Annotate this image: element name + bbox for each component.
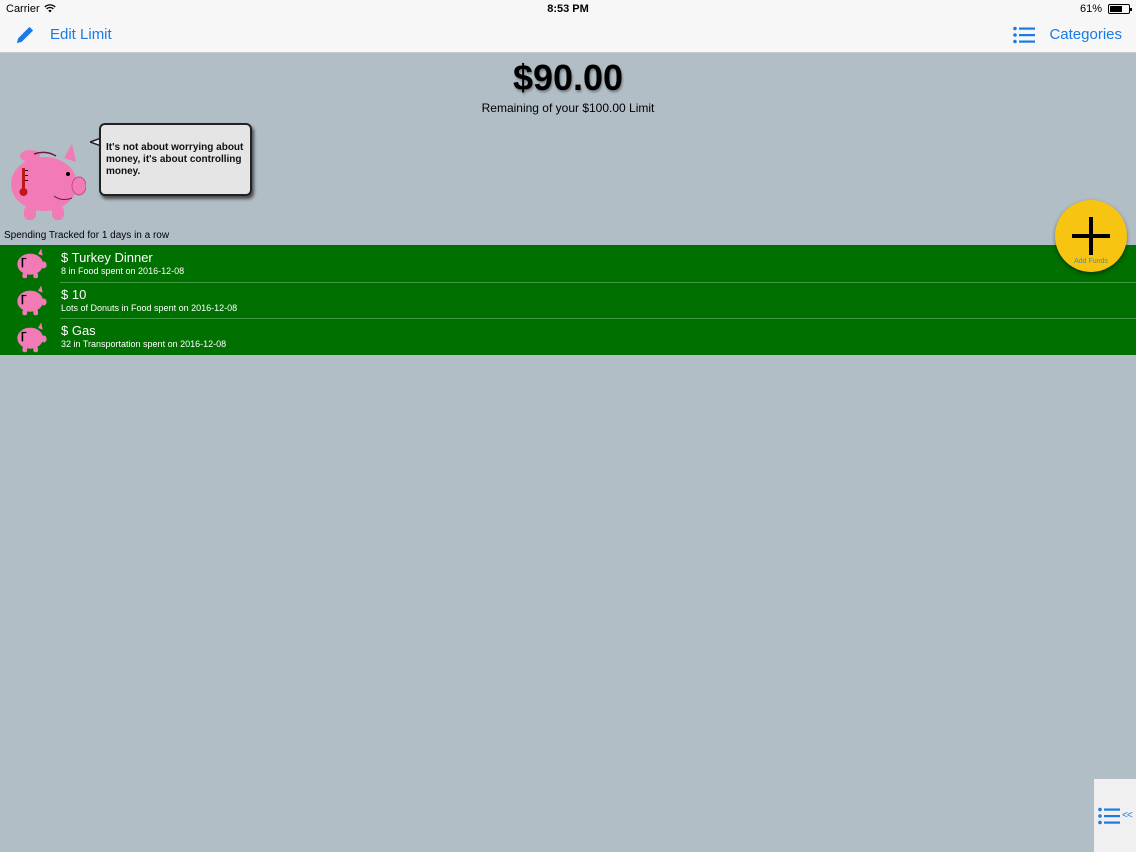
add-funds-label: Add Funds [1074, 258, 1108, 265]
transaction-subtitle: 8 in Food spent on 2016-12-08 [61, 265, 185, 276]
pencil-icon [17, 26, 34, 43]
mascot-quote: It's not about worrying about money, it'… [106, 142, 244, 177]
carrier-label: Carrier [6, 2, 40, 15]
list-icon [1098, 807, 1120, 824]
transaction-list: $ Turkey Dinner 8 in Food spent on 2016-… [0, 245, 1136, 356]
piggy-bank-icon [17, 248, 47, 279]
transaction-row[interactable]: $ 10 Lots of Donuts in Food spent on 201… [0, 281, 1136, 319]
transaction-row[interactable]: $ Gas 32 in Transportation spent on 2016… [0, 318, 1136, 355]
list-icon [1013, 26, 1036, 43]
categories-button[interactable]: Categories [1013, 26, 1122, 44]
status-right: 61% [1079, 2, 1132, 15]
transaction-text: $ Turkey Dinner 8 in Food spent on 2016-… [61, 250, 184, 277]
remaining-amount: $90.00 [512, 57, 624, 98]
transaction-text: $ Gas 32 in Transportation spent on 2016… [61, 323, 226, 350]
transaction-title: $ Turkey Dinner [61, 249, 153, 265]
piggy-bank-icon [17, 322, 47, 352]
wifi-icon [43, 4, 56, 13]
status-left: Carrier [6, 3, 56, 15]
transaction-subtitle: 32 in Transportation spent on 2016-12-08 [61, 339, 227, 350]
status-time: 8:53 PM [547, 2, 589, 15]
transaction-subtitle: Lots of Donuts in Food spent on 2016-12-… [61, 302, 238, 313]
battery-fill [1110, 5, 1123, 12]
piggy-bank-icon [11, 144, 86, 220]
collapse-arrows: << [1122, 810, 1133, 821]
transaction-title: $ Gas [61, 323, 96, 339]
nav-bar: Edit Limit Categories [0, 17, 1136, 53]
streak-text: Spending Tracked for 1 days in a row [4, 230, 170, 241]
status-bar: Carrier 8:53 PM 61% [0, 0, 1136, 17]
mascot-quote-bubble: It's not about worrying about money, it'… [99, 123, 252, 196]
transaction-title: $ 10 [61, 286, 87, 302]
battery-icon [1108, 3, 1132, 14]
edit-limit-label: Edit Limit [50, 26, 112, 43]
side-drawer-tab[interactable]: << [1094, 779, 1136, 852]
plus-icon-vertical [1089, 217, 1093, 255]
edit-limit-button[interactable]: Edit Limit [14, 24, 112, 46]
add-funds-button[interactable]: Add Funds [1055, 200, 1127, 272]
transaction-row[interactable]: $ Turkey Dinner 8 in Food spent on 2016-… [0, 245, 1136, 282]
remaining-limit-text: Remaining of your $100.00 Limit [481, 101, 655, 115]
battery-percent: 61% [1079, 2, 1102, 15]
categories-label: Categories [1049, 26, 1122, 43]
remaining-summary: $90.00 Remaining of your $100.00 Limit [0, 56, 1136, 115]
piggy-bank-icon [17, 285, 47, 316]
transaction-text: $ 10 Lots of Donuts in Food spent on 201… [61, 287, 237, 314]
